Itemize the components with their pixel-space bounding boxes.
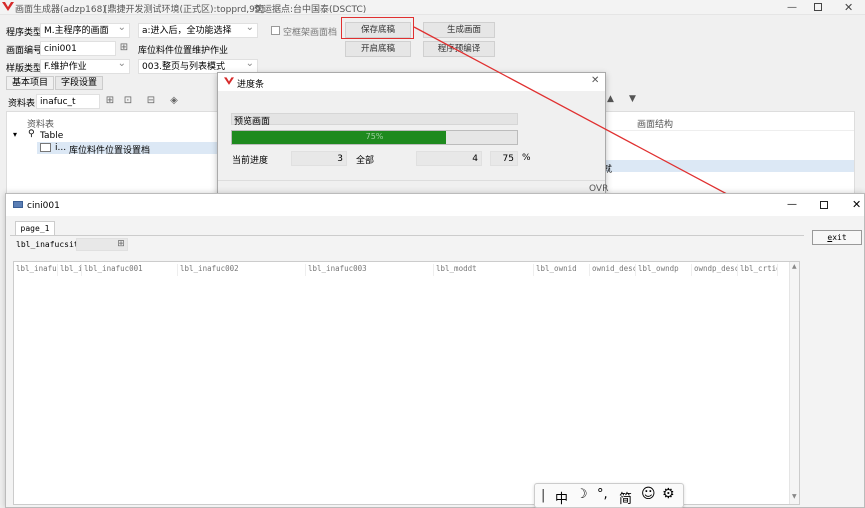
grid-column-header[interactable]: lbl_inafuc002 bbox=[178, 264, 306, 276]
grid-column-header[interactable]: lbl_ownid bbox=[534, 264, 590, 276]
grid-column-header[interactable]: ownid_desc bbox=[590, 264, 636, 276]
preview-window: cini001 — ✕ page_1 lbl_inafucsite ⊞ lbl_… bbox=[5, 193, 865, 508]
preview-close-icon[interactable]: ✕ bbox=[852, 198, 861, 211]
preview-title: cini001 bbox=[27, 201, 60, 211]
ime-language-toggle[interactable]: 中 bbox=[555, 488, 568, 507]
exit-button[interactable]: exit bbox=[812, 230, 862, 245]
exit-label-rest: xit bbox=[832, 233, 847, 242]
preview-title-bar: cini001 — ✕ bbox=[6, 194, 864, 216]
preview-maximize-icon[interactable] bbox=[820, 201, 828, 209]
monitor-icon bbox=[13, 201, 23, 208]
grid-column-header[interactable]: owndp_desc bbox=[692, 264, 738, 276]
ime-punctuation-toggle[interactable]: °, bbox=[597, 487, 608, 502]
grid-header-row: lbl_inafu lbl_i lbl_inafuc001 lbl_inafuc002… bbox=[14, 262, 789, 276]
ime-emoji-icon[interactable]: ☺ bbox=[641, 486, 656, 502]
ime-moon-icon[interactable]: ☽ bbox=[576, 487, 588, 502]
ime-settings-icon[interactable]: ⚙ bbox=[662, 486, 675, 502]
grid-scrollbar[interactable]: ▲ ▼ bbox=[789, 262, 799, 504]
scroll-up-icon[interactable]: ▲ bbox=[792, 263, 797, 270]
scroll-down-icon[interactable]: ▼ bbox=[792, 493, 797, 500]
grid-column-header[interactable]: lbl_moddt bbox=[434, 264, 534, 276]
preview-grid: lbl_inafu lbl_i lbl_inafuc001 lbl_inafuc002… bbox=[13, 261, 800, 505]
grid-column-header[interactable]: lbl_i bbox=[58, 264, 82, 276]
grid-column-header[interactable]: lbl_crtid bbox=[738, 264, 778, 276]
grid-column-header[interactable]: lbl_inafu bbox=[14, 264, 58, 276]
preview-tab-page1[interactable]: page_1 bbox=[15, 221, 55, 235]
ime-cursor-icon: | bbox=[541, 488, 546, 503]
ime-toolbar: | 中 ☽ °, 简 ☺ ⚙ bbox=[534, 483, 684, 508]
grid-column-header[interactable]: lbl_inafuc003 bbox=[306, 264, 434, 276]
grid-column-header[interactable]: lbl_inafuc001 bbox=[82, 264, 178, 276]
site-lookup-icon[interactable]: ⊞ bbox=[115, 238, 127, 250]
grid-column-header[interactable]: lbl_owndp bbox=[636, 264, 692, 276]
preview-minimize-icon[interactable]: — bbox=[787, 199, 797, 210]
ime-simplified-toggle[interactable]: 简 bbox=[619, 488, 632, 507]
site-field-label: lbl_inafucsite bbox=[16, 240, 84, 249]
